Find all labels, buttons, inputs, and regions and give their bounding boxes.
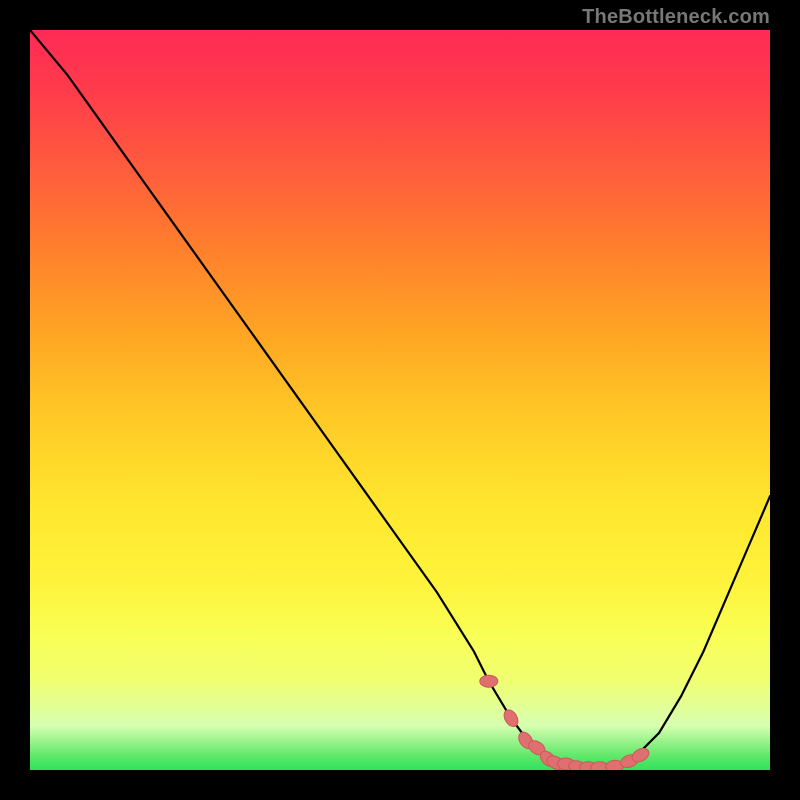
optimal-range-markers — [480, 675, 651, 770]
bottleneck-curve — [30, 30, 770, 769]
chart-frame: TheBottleneck.com — [0, 0, 800, 800]
plot-area — [30, 30, 770, 770]
watermark-text: TheBottleneck.com — [582, 6, 770, 29]
optimal-marker — [480, 675, 498, 687]
bottleneck-curve-svg — [30, 30, 770, 770]
